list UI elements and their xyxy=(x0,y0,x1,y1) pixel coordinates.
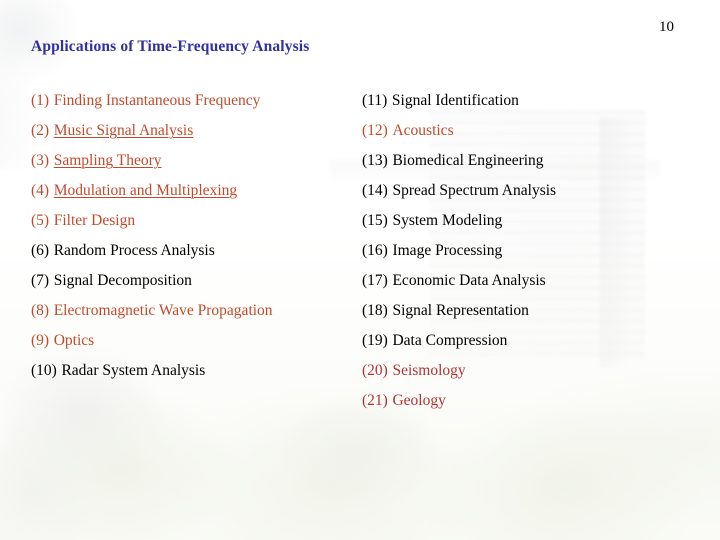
list-item-number: (16) xyxy=(362,242,388,259)
list-item-number: (13) xyxy=(362,152,388,169)
list-item-number: (5) xyxy=(31,212,50,229)
list-item-label: System Modeling xyxy=(392,212,503,229)
list-item-number: (18) xyxy=(362,302,388,319)
list-item: (3) Sampling Theory xyxy=(31,146,361,176)
list-item: (17) Economic Data Analysis xyxy=(362,266,712,296)
list-item-label: Geology xyxy=(392,392,446,409)
list-item-number: (15) xyxy=(362,212,388,229)
list-item-number: (4) xyxy=(31,182,50,199)
list-item-label[interactable]: Music Signal Analysis xyxy=(54,122,194,139)
list-item-number: (20) xyxy=(362,362,388,379)
list-item: (11) Signal Identification xyxy=(362,86,712,116)
list-item-label[interactable]: Modulation and Multiplexing xyxy=(54,182,237,199)
list-item-label: Biomedical Engineering xyxy=(392,152,544,169)
slide-content: 10 Applications of Time-Frequency Analys… xyxy=(0,0,720,540)
list-item-number: (7) xyxy=(31,272,50,289)
list-item-label: Economic Data Analysis xyxy=(392,272,546,289)
list-item-label: Acoustics xyxy=(392,122,454,139)
list-item-label: Seismology xyxy=(392,362,466,379)
list-item-number: (11) xyxy=(362,92,388,109)
list-item-label: Data Compression xyxy=(392,332,508,349)
applications-list-right-column: (11) Signal Identification (12) Acoustics (1… xyxy=(362,86,712,416)
list-item-number: (1) xyxy=(31,92,50,109)
list-item-label: Electromagnetic Wave Propagation xyxy=(53,302,273,319)
list-item-number: (12) xyxy=(362,122,388,139)
list-item-number: (8) xyxy=(31,302,50,319)
list-item-label: Random Process Analysis xyxy=(53,242,215,259)
list-item-label: Filter Design xyxy=(53,212,136,229)
list-item-number: (3) xyxy=(31,152,50,169)
list-item: (20) Seismology xyxy=(362,356,712,386)
list-item-label: Signal Identification xyxy=(391,92,519,109)
slide: 10 Applications of Time-Frequency Analys… xyxy=(0,0,720,540)
list-item: (21) Geology xyxy=(362,386,712,416)
list-item-number: (10) xyxy=(31,362,57,379)
list-item-label: Image Processing xyxy=(392,242,503,259)
list-item-label: Radar System Analysis xyxy=(61,362,206,379)
list-item: (14) Spread Spectrum Analysis xyxy=(362,176,712,206)
list-item: (2) Music Signal Analysis xyxy=(31,116,361,146)
list-item: (9) Optics xyxy=(31,326,361,356)
list-item: (4) Modulation and Multiplexing xyxy=(31,176,361,206)
list-item-number: (2) xyxy=(31,122,50,139)
list-item-label: Signal Representation xyxy=(392,302,529,319)
list-item: (6) Random Process Analysis xyxy=(31,236,361,266)
list-item: (8) Electromagnetic Wave Propagation xyxy=(31,296,361,326)
list-item-label[interactable]: Sampling Theory xyxy=(54,152,162,169)
list-item-number: (21) xyxy=(362,392,388,409)
list-item-label: Optics xyxy=(53,332,95,349)
list-item-number: (17) xyxy=(362,272,388,289)
list-item: (18) Signal Representation xyxy=(362,296,712,326)
list-item: (1) Finding Instantaneous Frequency xyxy=(31,86,361,116)
page-number: 10 xyxy=(659,19,674,35)
list-item: (12) Acoustics xyxy=(362,116,712,146)
list-item-number: (6) xyxy=(31,242,50,259)
list-item-label: Spread Spectrum Analysis xyxy=(392,182,557,199)
list-item-number: (19) xyxy=(362,332,388,349)
applications-list-left-column: (1) Finding Instantaneous Frequency (2) Mus… xyxy=(31,86,361,386)
list-item: (5) Filter Design xyxy=(31,206,361,236)
page-title: Applications of Time-Frequency Analysis xyxy=(31,38,310,55)
list-item-number: (14) xyxy=(362,182,388,199)
list-item-label: Finding Instantaneous Frequency xyxy=(53,92,261,109)
list-item: (10) Radar System Analysis xyxy=(31,356,361,386)
list-item: (19) Data Compression xyxy=(362,326,712,356)
list-item: (15) System Modeling xyxy=(362,206,712,236)
list-item-label: Signal Decomposition xyxy=(53,272,192,289)
list-item: (7) Signal Decomposition xyxy=(31,266,361,296)
list-item: (16) Image Processing xyxy=(362,236,712,266)
list-item: (13) Biomedical Engineering xyxy=(362,146,712,176)
list-item-number: (9) xyxy=(31,332,50,349)
